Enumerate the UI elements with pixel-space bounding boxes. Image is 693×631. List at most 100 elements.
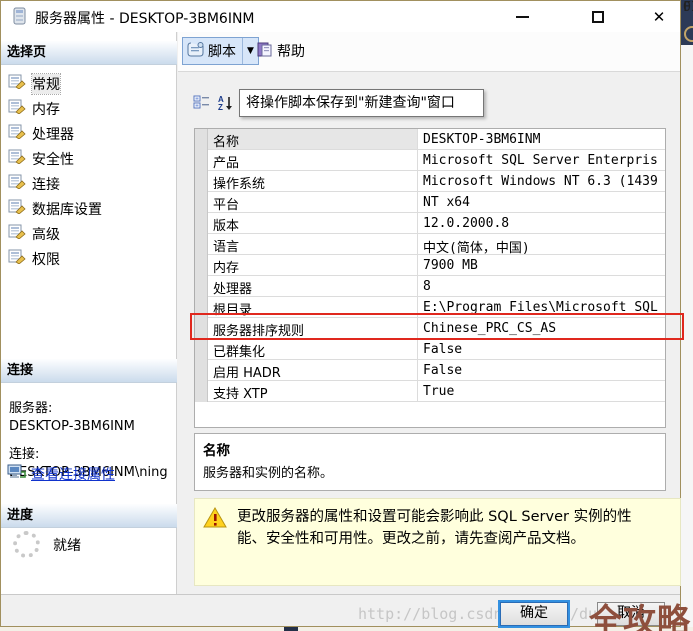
sidebar-page-item[interactable]: 连接 — [1, 171, 177, 196]
page-icon — [8, 124, 26, 143]
property-row[interactable]: 操作系统 Microsoft Windows NT 6.3 (1439 — [195, 171, 665, 192]
sidebar: 选择页 常规 内存 处理器 安全性 连接 数据库设置 高级 权限 连接 服务器:… — [1, 32, 177, 594]
categorized-view-button[interactable] — [191, 92, 211, 112]
row-indent-cell — [195, 129, 208, 150]
sidebar-page-item[interactable]: 安全性 — [1, 146, 177, 171]
property-label: 平台 — [208, 192, 418, 213]
sidebar-page-label: 安全性 — [32, 151, 74, 168]
property-row[interactable]: 语言 中文(简体，中国) — [195, 234, 665, 255]
progress-spinner-icon — [13, 531, 40, 558]
script-tooltip: 将操作脚本保存到"新建查询"窗口 — [239, 89, 484, 117]
sidebar-page-label: 高级 — [32, 226, 60, 243]
connection-monitor-icon — [7, 464, 26, 484]
script-button-label: 脚本 — [208, 44, 236, 60]
row-indent-cell — [195, 171, 208, 192]
view-connection-properties-link[interactable]: 查看连接属性 — [7, 464, 115, 484]
property-value: Microsoft SQL Server Enterpris — [418, 150, 665, 171]
script-scroll-icon — [187, 41, 204, 61]
property-value: False — [418, 339, 665, 360]
sidebar-page-label: 处理器 — [32, 126, 74, 143]
help-button[interactable]: 帮助 — [248, 37, 313, 65]
sidebar-page-item[interactable]: 处理器 — [1, 121, 177, 146]
svg-text:Z: Z — [218, 103, 223, 111]
property-label: 语言 — [208, 234, 418, 255]
view-connection-properties-label: 查看连接属性 — [31, 467, 115, 483]
screenshot-root: OI F F 服务器属性 - DESKTOP-3BM6INM ✕ 选择页 — [0, 0, 693, 631]
pages-list: 常规 内存 处理器 安全性 连接 数据库设置 高级 权限 — [1, 71, 177, 271]
property-value: 8 — [418, 276, 665, 297]
property-value: 7900 MB — [418, 255, 665, 276]
property-value: True — [418, 381, 665, 402]
property-label: 内存 — [208, 255, 418, 276]
description-text: 服务器和实例的名称。 — [203, 466, 334, 481]
page-icon — [8, 224, 26, 243]
sidebar-page-label: 常规 — [31, 72, 61, 95]
property-grid: 名称 DESKTOP-3BM6INM 产品 Microsoft SQL Serv… — [194, 128, 666, 428]
progress-section-header: 进度 — [1, 504, 177, 528]
property-row[interactable]: 内存 7900 MB — [195, 255, 665, 276]
page-icon — [8, 174, 26, 193]
warning-icon — [203, 507, 227, 577]
server-label: 服务器: — [9, 401, 53, 416]
row-indent-cell — [195, 150, 208, 171]
red-highlight-box — [190, 313, 684, 340]
sidebar-page-item[interactable]: 高级 — [1, 221, 177, 246]
property-value: Microsoft Windows NT 6.3 (1439 — [418, 171, 665, 192]
row-indent-cell — [195, 339, 208, 360]
row-indent-cell — [195, 213, 208, 234]
property-value: False — [418, 360, 665, 381]
sidebar-page-item[interactable]: 内存 — [1, 96, 177, 121]
sidebar-page-item[interactable]: 数据库设置 — [1, 196, 177, 221]
grid-toolbar: A Z — [191, 92, 244, 112]
property-row[interactable]: 支持 XTP True — [195, 381, 665, 402]
title-bar: 服务器属性 - DESKTOP-3BM6INM ✕ — [1, 1, 680, 32]
property-row[interactable]: 已群集化 False — [195, 339, 665, 360]
button-bar: http://blog.csdn /du512 确定 取消 — [1, 594, 680, 626]
property-row[interactable]: 名称 DESKTOP-3BM6INM — [195, 129, 665, 150]
sidebar-page-item[interactable]: 权限 — [1, 246, 177, 271]
close-button[interactable]: ✕ — [644, 6, 674, 28]
server-value: DESKTOP-3BM6INM — [9, 419, 135, 434]
watermark-logo: 全攻略 — [589, 601, 691, 631]
property-row[interactable]: 平台 NT x64 — [195, 192, 665, 213]
sidebar-page-label: 连接 — [32, 176, 60, 193]
property-row[interactable]: 处理器 8 — [195, 276, 665, 297]
connection-section-header: 连接 — [1, 359, 177, 383]
property-label: 产品 — [208, 150, 418, 171]
sidebar-page-label: 内存 — [32, 101, 60, 118]
property-label: 处理器 — [208, 276, 418, 297]
property-label: 支持 XTP — [208, 381, 418, 402]
dialog-toolbar: 脚本 ▼ 帮助 — [178, 32, 680, 72]
page-icon — [8, 249, 26, 268]
dialog-app-icon — [11, 7, 28, 30]
sidebar-page-item[interactable]: 常规 — [1, 71, 177, 96]
minimize-button[interactable] — [507, 6, 537, 28]
content-panel: A Z 将操作脚本保存到"新建查询"窗口 名称 DESKTOP-3BM6INM — [178, 72, 684, 594]
sidebar-page-label: 权限 — [32, 251, 60, 268]
property-label: 已群集化 — [208, 339, 418, 360]
background-logo-arc-icon — [684, 26, 693, 42]
progress-status: 就绪 — [53, 538, 81, 554]
property-label: 名称 — [208, 129, 418, 150]
property-value: DESKTOP-3BM6INM — [418, 129, 665, 150]
help-book-icon — [256, 41, 273, 62]
description-title: 名称 — [203, 443, 230, 459]
page-icon — [8, 99, 26, 118]
ok-button[interactable]: 确定 — [500, 602, 568, 626]
row-indent-cell — [195, 192, 208, 213]
property-row[interactable]: 版本 12.0.2000.8 — [195, 213, 665, 234]
page-icon — [8, 149, 26, 168]
property-row[interactable]: 产品 Microsoft SQL Server Enterpris — [195, 150, 665, 171]
description-panel: 名称 服务器和实例的名称。 — [194, 433, 666, 491]
property-value: 12.0.2000.8 — [418, 213, 665, 234]
maximize-button[interactable] — [583, 6, 613, 28]
background-bottom-fragment — [284, 627, 298, 631]
property-row[interactable]: 启用 HADR False — [195, 360, 665, 381]
pages-section-header: 选择页 — [1, 41, 177, 65]
row-indent-cell — [195, 381, 208, 402]
property-label: 启用 HADR — [208, 360, 418, 381]
property-label: 版本 — [208, 213, 418, 234]
script-button-main[interactable]: 脚本 — [183, 38, 242, 64]
alphabetical-sort-button[interactable]: A Z — [215, 92, 235, 112]
background-text-fragment: F — [683, 0, 691, 15]
